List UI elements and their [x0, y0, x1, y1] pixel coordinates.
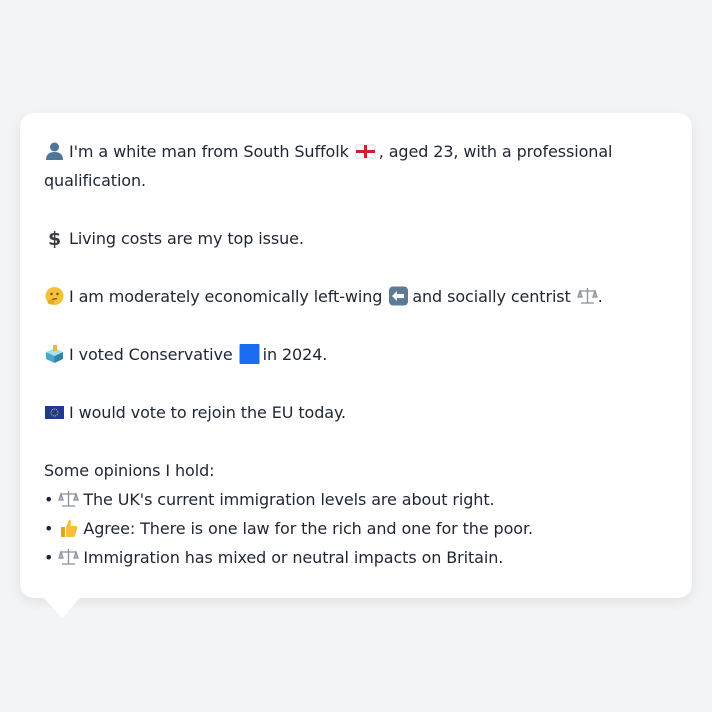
ideology-text-continued: and socially centrist: [412, 287, 571, 306]
balance-scale-icon: [58, 489, 80, 509]
opinion-item: • Immigration has mixed or neutral impac…: [44, 543, 668, 572]
bullet: •: [44, 519, 54, 538]
opinion-item: • The UK's current immigration levels ar…: [44, 485, 668, 514]
ballot-box-icon: [44, 344, 65, 364]
england-flag-icon: [355, 141, 376, 161]
thumbs-up-icon: [58, 518, 79, 538]
vote-text: I voted Conservative: [69, 345, 233, 364]
eu-line: I would vote to rejoin the EU today.: [44, 398, 668, 427]
ideology-period: .: [597, 287, 603, 306]
opinion-text: Immigration has mixed or neutral impacts…: [83, 548, 504, 567]
balance-scale-icon: [58, 547, 80, 567]
opinions-heading: Some opinions I hold:: [44, 461, 215, 480]
bullet: •: [44, 548, 54, 567]
top-issue-line: $ Living costs are my top issue.: [44, 224, 668, 253]
identity-line: I'm a white man from South Suffolk , age…: [44, 137, 668, 166]
identity-line-2: qualification.: [44, 171, 147, 190]
dollar-sign-icon: $: [44, 228, 65, 248]
vote-line: I voted Conservative in 2024.: [44, 340, 668, 369]
opinion-text: Agree: There is one law for the rich and…: [83, 519, 533, 538]
top-issue-text: Living costs are my top issue.: [69, 229, 304, 248]
left-arrow-icon: [388, 286, 409, 306]
eu-text: I would vote to rejoin the EU today.: [69, 403, 347, 422]
vote-text-continued: in 2024.: [262, 345, 328, 364]
svg-text:$: $: [48, 228, 61, 248]
person-silhouette-icon: [44, 141, 65, 161]
bullet: •: [44, 490, 54, 509]
opinion-text: The UK's current immigration levels are …: [83, 490, 495, 509]
eu-flag-icon: [44, 402, 65, 422]
identity-text-continued: , aged 23, with a professional: [378, 142, 613, 161]
blue-square-icon: [239, 344, 260, 364]
persona-message-bubble: I'm a white man from South Suffolk , age…: [20, 113, 692, 598]
ideology-line: I am moderately economically left-wing a…: [44, 282, 668, 311]
opinion-item: • Agree: There is one law for the rich a…: [44, 514, 668, 543]
bubble-tail: [43, 597, 81, 618]
identity-text: I'm a white man from South Suffolk: [69, 142, 349, 161]
ideology-text: I am moderately economically left-wing: [69, 287, 383, 306]
balance-scale-icon: [576, 286, 598, 306]
thinking-face-icon: [44, 286, 65, 306]
